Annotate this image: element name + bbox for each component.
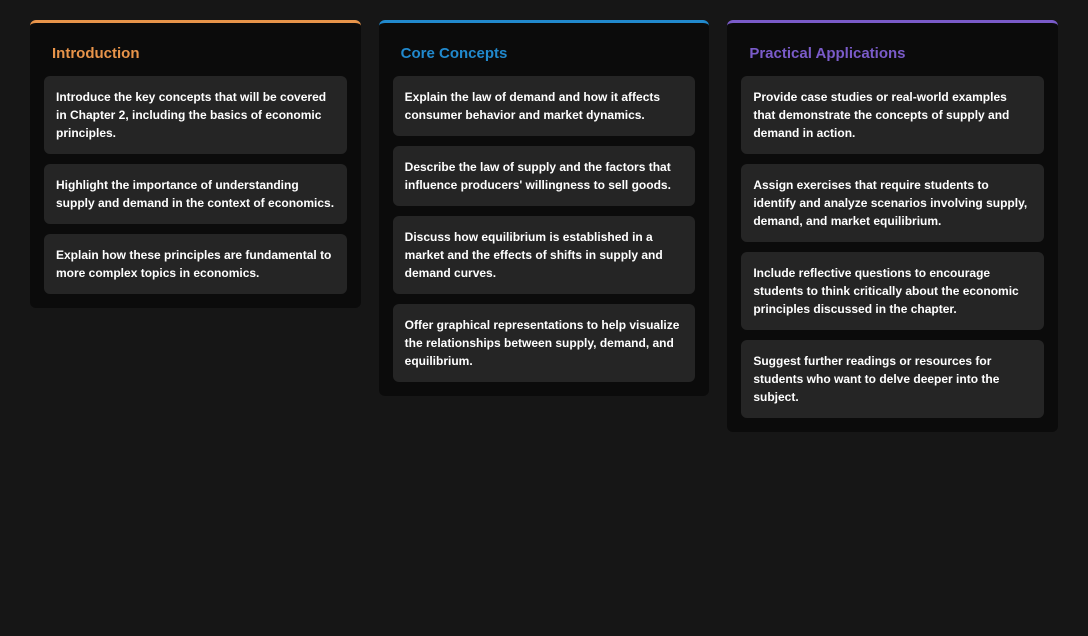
column-introduction: Introduction Introduce the key concepts … bbox=[30, 20, 361, 308]
column-core-concepts: Core Concepts Explain the law of demand … bbox=[379, 20, 710, 396]
card-item[interactable]: Suggest further readings or resources fo… bbox=[741, 340, 1044, 418]
card-item[interactable]: Provide case studies or real-world examp… bbox=[741, 76, 1044, 154]
card-item[interactable]: Highlight the importance of understandin… bbox=[44, 164, 347, 224]
column-title-practical-applications: Practical Applications bbox=[741, 37, 1044, 62]
columns-container: Introduction Introduce the key concepts … bbox=[30, 20, 1058, 432]
card-item[interactable]: Discuss how equilibrium is established i… bbox=[393, 216, 696, 294]
column-title-introduction: Introduction bbox=[44, 37, 347, 62]
card-item[interactable]: Explain the law of demand and how it aff… bbox=[393, 76, 696, 136]
card-item[interactable]: Assign exercises that require students t… bbox=[741, 164, 1044, 242]
card-item[interactable]: Describe the law of supply and the facto… bbox=[393, 146, 696, 206]
card-item[interactable]: Offer graphical representations to help … bbox=[393, 304, 696, 382]
card-item[interactable]: Include reflective questions to encourag… bbox=[741, 252, 1044, 330]
column-practical-applications: Practical Applications Provide case stud… bbox=[727, 20, 1058, 432]
card-item[interactable]: Explain how these principles are fundame… bbox=[44, 234, 347, 294]
card-item[interactable]: Introduce the key concepts that will be … bbox=[44, 76, 347, 154]
column-title-core-concepts: Core Concepts bbox=[393, 37, 696, 62]
